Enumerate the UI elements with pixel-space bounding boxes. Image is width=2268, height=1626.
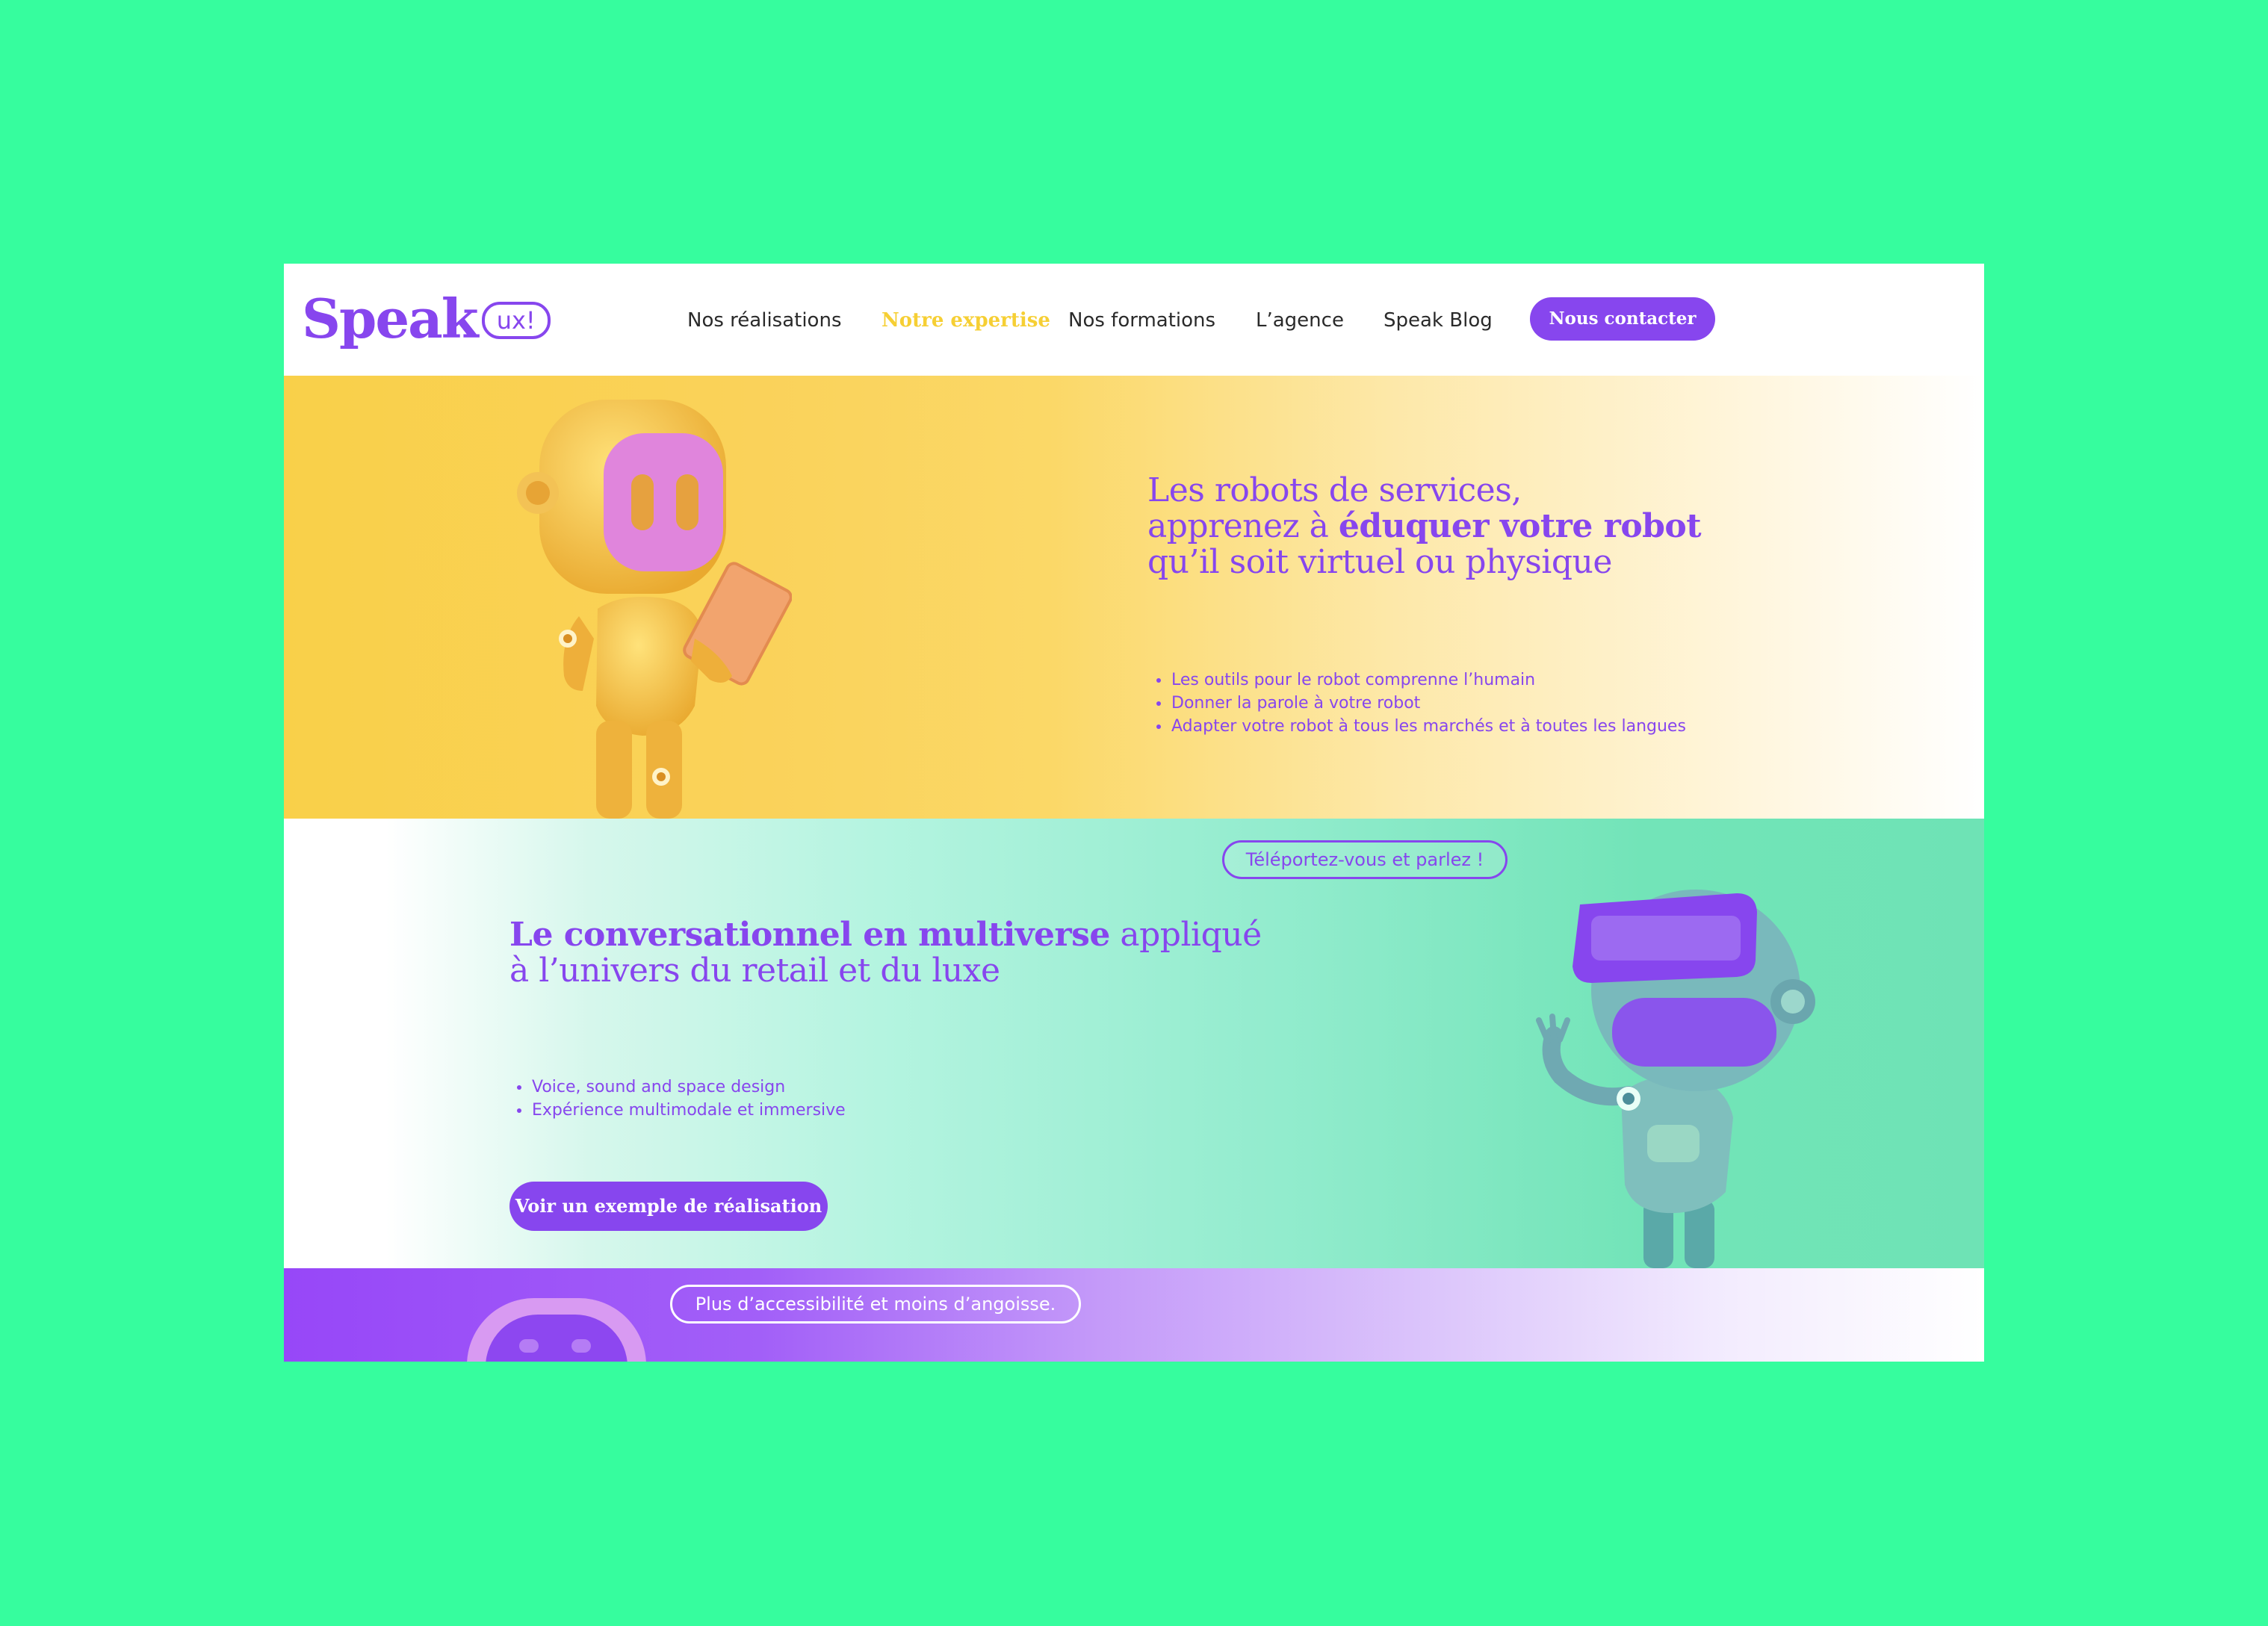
section-title: Le conversationnel en multiverse appliqu… (509, 917, 1262, 989)
website-frame: Speak ux! Nos réalisations Notre experti… (284, 264, 1984, 1362)
list-item: Expérience multimodale et immersive (515, 1099, 846, 1122)
title-line-2-bold: éduquer votre robot (1338, 507, 1702, 545)
multiverse-feature-list: Voice, sound and space design Expérience… (515, 1076, 846, 1122)
section-title: Les robots de services, apprenez à éduqu… (1147, 471, 1702, 581)
nav-item-expertise[interactable]: Notre expertise (882, 298, 1050, 343)
section-accessibility: Plus d’accessibilité et moins d’angoisse… (284, 1268, 1984, 1362)
speech-bubble-accessibility: Plus d’accessibilité et moins d’angoisse… (670, 1285, 1081, 1324)
list-item: Voice, sound and space design (515, 1076, 846, 1099)
site-header: Speak ux! Nos réalisations Notre experti… (284, 264, 1984, 376)
list-item: Adapter votre robot à tous les marchés e… (1155, 715, 1686, 738)
nav-item-realisations[interactable]: Nos réalisations (687, 298, 842, 343)
section-service-robots: Les robots de services, apprenez à éduqu… (284, 376, 1984, 819)
logo-word: Speak (302, 287, 479, 350)
section-multiverse: Téléportez-vous et parlez ! Le conversat… (284, 819, 1984, 1268)
nav-item-blog[interactable]: Speak Blog (1384, 298, 1493, 343)
see-example-button[interactable]: Voir un exemple de réalisation (509, 1182, 828, 1231)
list-item: Donner la parole à votre robot (1155, 692, 1686, 715)
nav-item-formations[interactable]: Nos formations (1068, 298, 1215, 343)
purple-robot-head-illustration (467, 1298, 646, 1362)
logo-speech-bubble: ux! (481, 302, 551, 339)
title-line-3: qu’il soit virtuel ou physique (1147, 543, 1612, 581)
title-rest: appliqué (1109, 916, 1262, 954)
title-line-1: Les robots de services, (1147, 471, 1522, 509)
nav-item-agence[interactable]: L’agence (1256, 298, 1344, 343)
title-line-2: à l’univers du retail et du luxe (509, 952, 1000, 990)
title-line-1: Le conversationnel en multiverse appliqu… (509, 917, 1262, 953)
title-bold: Le conversationnel en multiverse (509, 916, 1110, 954)
yellow-robot-illustration (517, 400, 792, 819)
list-item: Les outils pour le robot comprenne l’hum… (1155, 668, 1686, 692)
title-line-2-prefix: apprenez à (1147, 507, 1339, 545)
speak-ux-logo[interactable]: Speak ux! (302, 285, 551, 353)
vr-robot-illustration (1536, 890, 1815, 1268)
robots-feature-list: Les outils pour le robot comprenne l’hum… (1155, 668, 1686, 738)
speech-bubble-teleport: Téléportez-vous et parlez ! (1222, 840, 1508, 879)
contact-button[interactable]: Nous contacter (1530, 297, 1715, 341)
title-line-2: apprenez à éduquer votre robot (1147, 507, 1702, 545)
